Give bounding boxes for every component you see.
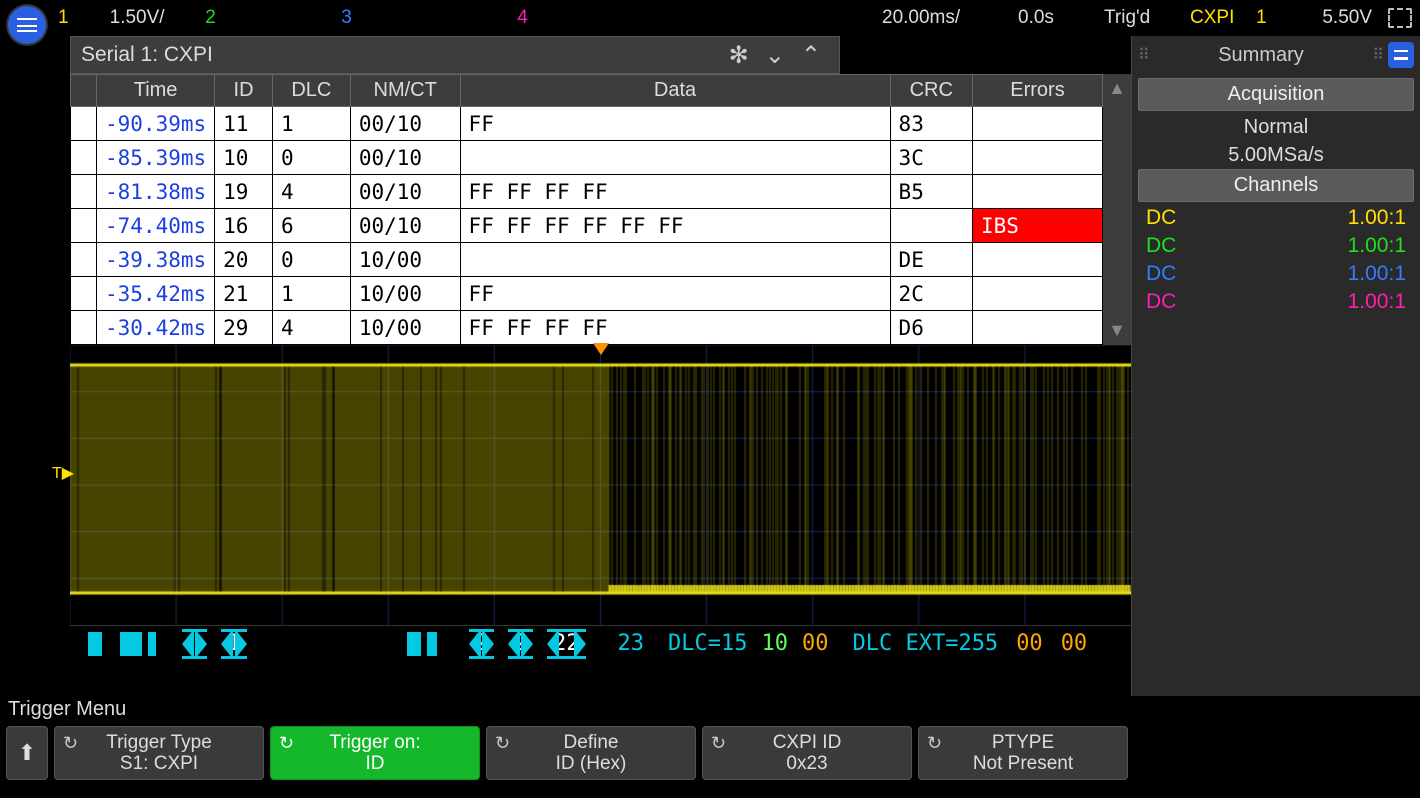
gear-icon[interactable]: ✻ [721, 41, 757, 70]
col-id[interactable]: ID [215, 75, 273, 107]
sidebar-menu-button[interactable] [1388, 42, 1414, 68]
sidebar: Acquisition Normal 5.00MSa/s Channels DC… [1131, 74, 1420, 696]
table-row[interactable]: -74.40ms16600/10FF FF FF FF FF FFIBS [71, 209, 1103, 243]
decode-hex: 2 [508, 629, 533, 659]
trigger-level[interactable]: 5.50V [1292, 7, 1372, 29]
table-row[interactable]: -81.38ms19400/10FF FF FF FFB5 [71, 175, 1103, 209]
col-time[interactable]: Time [97, 75, 215, 107]
waveform-display[interactable]: T▶ ⏚ 1 2 2 22 23 [70, 345, 1131, 661]
serial-panel-header[interactable]: Serial 1: CXPI ✻ ⌄ ⌃ [70, 36, 840, 74]
decode-bus-row[interactable]: ⏚ 1 2 2 22 23 DLC=15 10 00 [70, 625, 1131, 661]
decode-ext: DLC EXT=255 [852, 631, 998, 656]
decode-b2: 00 [1061, 631, 1088, 656]
scroll-down-icon[interactable]: ▼ [1108, 320, 1126, 341]
decode-hex: 2 [469, 629, 494, 659]
decode-hex [182, 629, 207, 659]
scroll-up-icon[interactable]: ▲ [1108, 78, 1126, 99]
decode-table: Time ID DLC NM/CT Data CRC Errors -90.39… [70, 74, 1131, 345]
decode-b1: 00 [1016, 631, 1043, 656]
ch4-number[interactable]: 4 [443, 7, 603, 29]
sidebar-title: Summary [1150, 44, 1373, 67]
collapse-up-icon[interactable]: ⌃ [793, 41, 829, 70]
trigger-position-icon[interactable] [593, 343, 609, 355]
channel-row[interactable]: DC1.00:1 [1138, 260, 1414, 288]
table-row[interactable]: -30.42ms29410/00FF FF FF FFD6 [71, 311, 1103, 345]
rotary-icon: ↻ [711, 733, 726, 754]
serial-panel-title: Serial 1: CXPI [81, 43, 721, 67]
top-status-bar: 1 1.50V/ 2 3 4 20.00ms/ 0.0s Trig'd CXPI… [0, 0, 1420, 36]
col-nmct[interactable]: NM/CT [350, 75, 460, 107]
decode-hex: 1 [221, 629, 246, 659]
ch1-number[interactable]: 1 [58, 7, 69, 29]
col-data[interactable]: Data [460, 75, 890, 107]
menu-button[interactable]: ↻PTYPENot Present [918, 726, 1128, 780]
acquisition-button[interactable]: Acquisition [1138, 78, 1414, 111]
acquisition-mode: Normal [1138, 113, 1414, 141]
trigger-marker-icon: T▶ [52, 463, 74, 483]
table-row[interactable]: -85.39ms10000/103C [71, 141, 1103, 175]
table-row[interactable]: -39.38ms20010/00DE [71, 243, 1103, 277]
delay[interactable]: 0.0s [1018, 7, 1098, 29]
decode-hex: 22 [547, 629, 586, 659]
channel-row[interactable]: DC1.00:1 [1138, 232, 1414, 260]
zoom-window-icon[interactable] [1388, 8, 1412, 28]
rotary-icon: ↻ [927, 733, 942, 754]
col-errors[interactable]: Errors [973, 75, 1103, 107]
table-header-row: Time ID DLC NM/CT Data CRC Errors [71, 75, 1103, 107]
table-scrollbar[interactable]: ▲ ▼ [1103, 74, 1131, 345]
rotary-icon: ↻ [63, 733, 78, 754]
menu-button[interactable]: ↻Trigger TypeS1: CXPI [54, 726, 264, 780]
footer-menu-title: Trigger Menu [0, 696, 1420, 726]
decode-dlc-v2: 00 [802, 631, 829, 656]
ch3-number[interactable]: 3 [257, 7, 437, 29]
menu-button[interactable]: ↻CXPI ID0x23 [702, 726, 912, 780]
back-button[interactable]: ⬆ [6, 726, 48, 780]
channel-row[interactable]: DC1.00:1 [1138, 204, 1414, 232]
rotary-icon: ↻ [279, 733, 294, 754]
timebase[interactable]: 20.00ms/ [882, 7, 1012, 29]
ch1-scale[interactable]: 1.50V/ [75, 7, 165, 29]
main-menu-button[interactable] [8, 6, 46, 44]
drag-handle-icon[interactable]: ⠿ [1372, 45, 1384, 65]
sample-rate: 5.00MSa/s [1138, 141, 1414, 169]
menu-button[interactable]: ↻DefineID (Hex) [486, 726, 696, 780]
table-row[interactable]: -90.39ms11100/10FF83 [71, 107, 1103, 141]
drag-handle-icon[interactable]: ⠿ [1138, 45, 1150, 65]
trigger-channel: 1 [1256, 7, 1286, 29]
col-dlc[interactable]: DLC [272, 75, 350, 107]
run-status: Trig'd [1104, 7, 1184, 29]
trigger-source[interactable]: CXPI [1190, 7, 1250, 29]
decode-id: 23 [618, 631, 645, 656]
channels-button[interactable]: Channels [1138, 169, 1414, 202]
collapse-down-icon[interactable]: ⌄ [757, 41, 793, 70]
table-row[interactable]: -35.42ms21110/00FF2C [71, 277, 1103, 311]
decode-dlc-v1: 10 [761, 631, 788, 656]
ch2-number[interactable]: 2 [171, 7, 251, 29]
col-crc[interactable]: CRC [890, 75, 972, 107]
decode-dlc-label: DLC=15 [668, 631, 747, 656]
channel-row[interactable]: DC1.00:1 [1138, 288, 1414, 316]
rotary-icon: ↻ [495, 733, 510, 754]
menu-button[interactable]: ↻Trigger on:ID [270, 726, 480, 780]
footer-buttons: ⬆ ↻Trigger TypeS1: CXPI↻Trigger on:ID↻De… [0, 726, 1420, 786]
